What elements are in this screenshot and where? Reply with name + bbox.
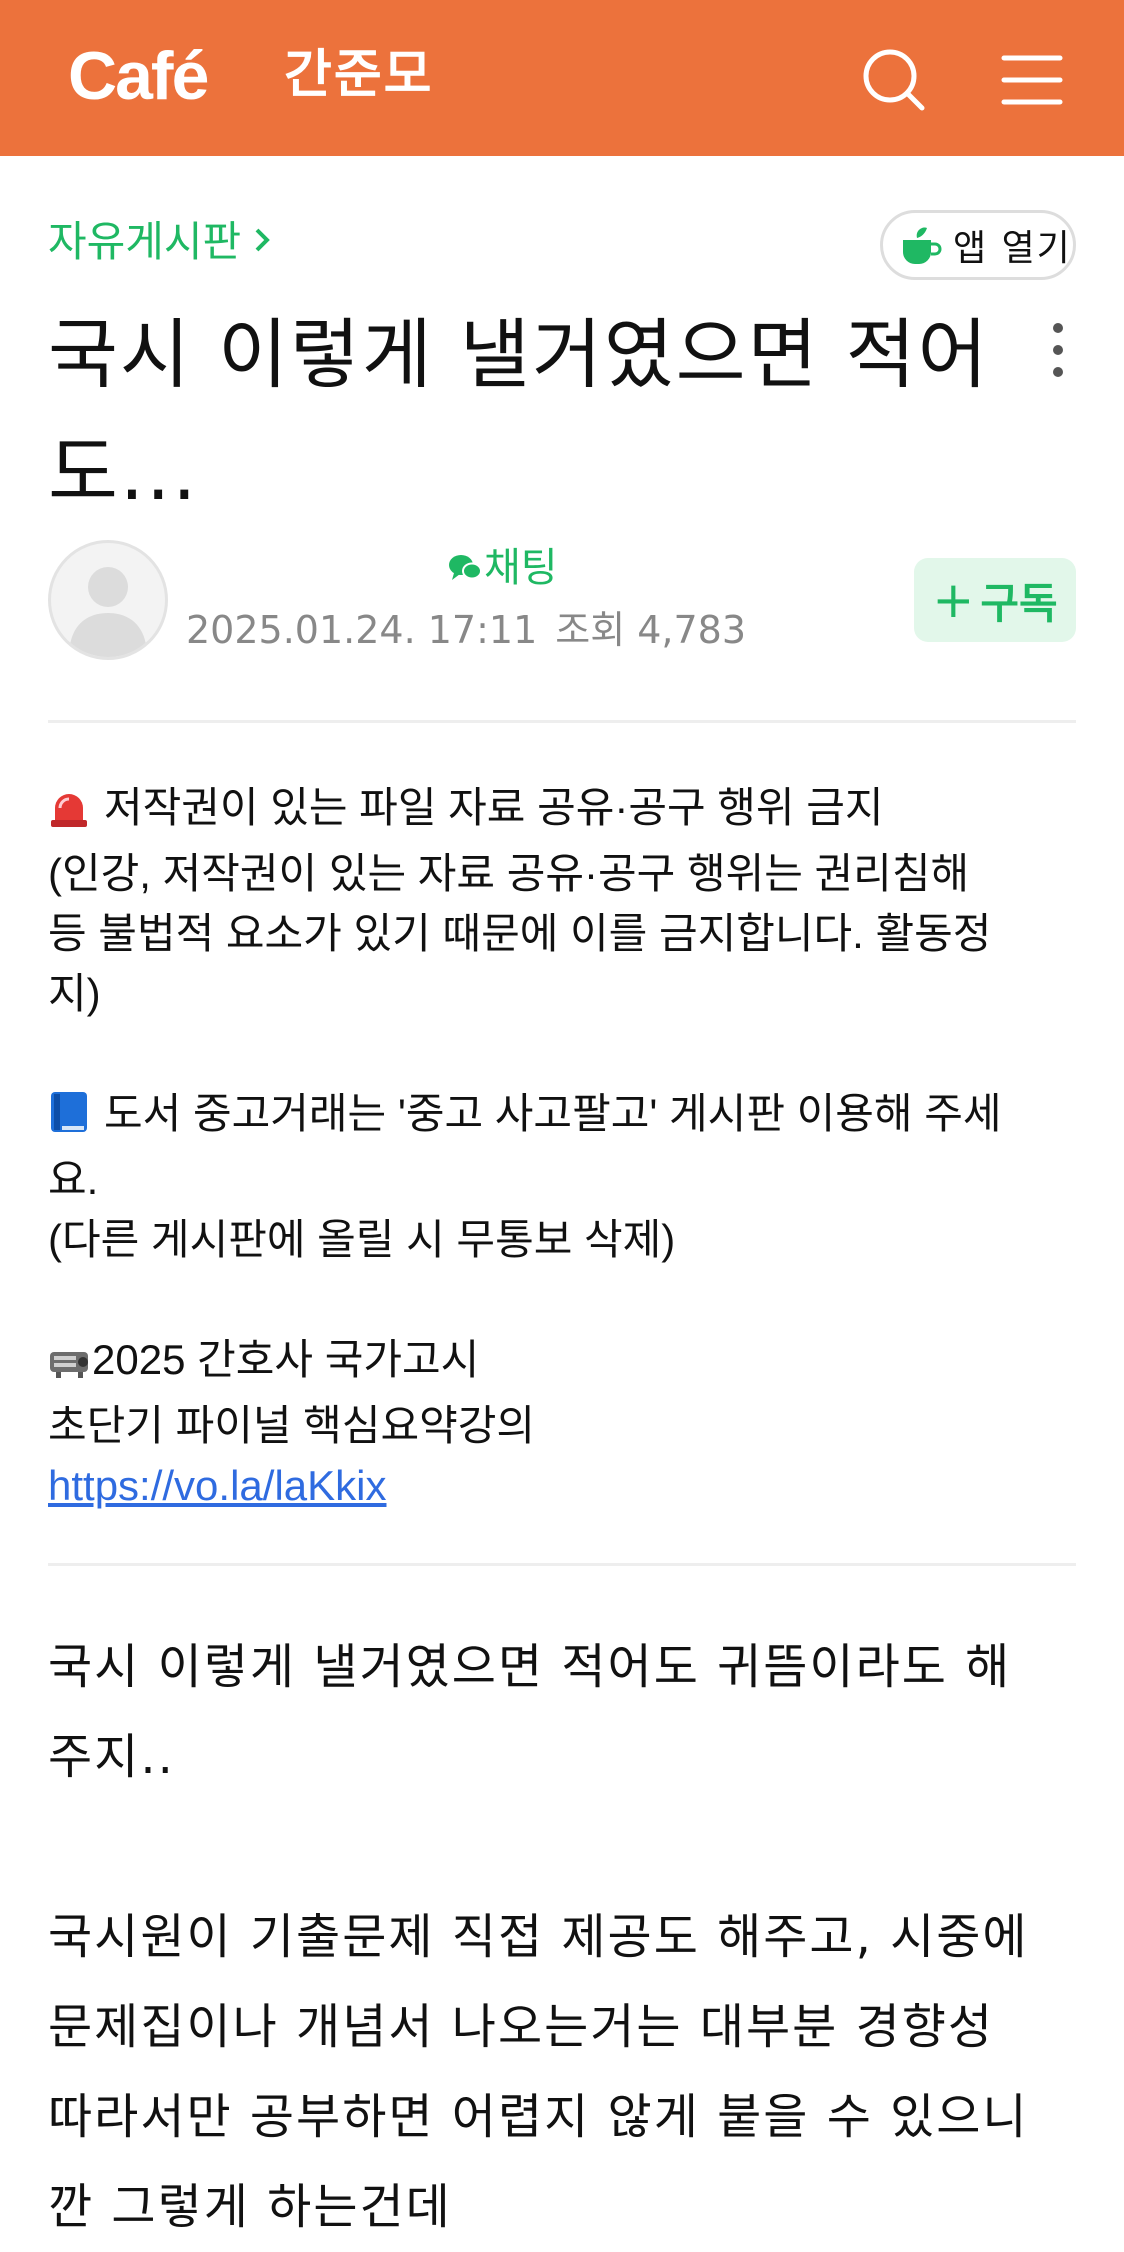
- notice-text: 도서 중고거래는 '중고 사고팔고' 게시판 이용해 주세: [104, 1090, 1002, 1137]
- post-date: 2025.01.24. 17:11: [186, 608, 538, 652]
- notice-line: 초단기 파이널 핵심요약강의: [48, 1402, 536, 1449]
- default-avatar-icon[interactable]: [48, 540, 168, 660]
- app-header: Café 간준모: [0, 0, 1124, 156]
- open-app-button[interactable]: 앱 열기: [880, 210, 1076, 280]
- notice-line: 요.: [48, 1156, 99, 1203]
- notice-line: 도서 중고거래는 '중고 사고팔고' 게시판 이용해 주세: [48, 1084, 1078, 1150]
- body-line: 국시원이 기출문제 직접 제공도 해주고, 시중에: [48, 1909, 1029, 1965]
- search-icon[interactable]: [858, 44, 930, 116]
- notice-line: 등 불법적 요소가 있기 때문에 이를 금지합니다. 활동정: [48, 910, 992, 957]
- subscribe-button[interactable]: + 구독: [914, 558, 1076, 642]
- post-title-line: 도...: [48, 428, 199, 517]
- notice-line: 지): [48, 970, 101, 1017]
- divider: [48, 720, 1076, 723]
- chevron-right-icon: [253, 210, 271, 270]
- rotating-light-icon: [48, 784, 90, 844]
- notice-line: https://vo.la/laKkix: [48, 1456, 1078, 1516]
- coffee-cup-icon: [903, 227, 942, 264]
- notice-line: (인강, 저작권이 있는 자료 공유·공구 행위는 권리침해: [48, 850, 970, 897]
- subscribe-label: 구독: [980, 578, 1058, 628]
- board-name: 자유게시판: [48, 217, 242, 266]
- post-body: 국시 이렇게 낼거였으면 적어도 귀뜸이라도 해 주지.. 국시원이 기출문제 …: [48, 1622, 1088, 2252]
- body-line: 문제집이나 개념서 나오는거는 대부분 경향성: [48, 1999, 995, 2055]
- divider: [48, 1563, 1076, 1566]
- projector-icon: [48, 1336, 92, 1396]
- notice-line: 2025 간호사 국가고시: [48, 1330, 1078, 1396]
- post-title-line: 국시 이렇게 낼거였으면 적어: [48, 310, 990, 399]
- cafe-logo[interactable]: Café: [68, 36, 209, 116]
- notice-text: 저작권이 있는 파일 자료 공유·공구 행위 금지: [104, 784, 884, 831]
- post-title: 국시 이렇게 낼거였으면 적어 도...: [48, 296, 1008, 532]
- more-vertical-icon[interactable]: [1044, 318, 1072, 382]
- lecture-link[interactable]: https://vo.la/laKkix: [48, 1462, 386, 1509]
- chat-bubble-icon: [449, 555, 482, 580]
- hamburger-menu-icon[interactable]: [996, 44, 1068, 116]
- body-line: 주지..: [48, 1729, 175, 1785]
- view-count: 조회 4,783: [555, 608, 747, 652]
- body-line: 국시 이렇게 낼거였으면 적어도 귀뜸이라도 해: [48, 1639, 1012, 1695]
- board-breadcrumb[interactable]: 자유게시판: [48, 210, 271, 272]
- notice-line: 저작권이 있는 파일 자료 공유·공구 행위 금지: [48, 778, 1078, 844]
- chat-label: 채팅: [484, 545, 558, 591]
- post-meta: 2025.01.24. 17:11 조회 4,783: [186, 602, 746, 658]
- open-app-label: 앱 열기: [953, 228, 1072, 269]
- body-line: 깐 그렇게 하는건데: [48, 2179, 452, 2235]
- notice-line: (다른 게시판에 올릴 시 무통보 삭제): [48, 1216, 676, 1263]
- plus-icon: +: [932, 571, 975, 629]
- blue-book-icon: [48, 1090, 90, 1150]
- cafe-name[interactable]: 간준모: [284, 40, 434, 110]
- body-line: 따라서만 공부하면 어렵지 않게 붙을 수 있으니: [48, 2089, 1029, 2145]
- chat-button[interactable]: 채팅: [448, 540, 558, 596]
- notice-text: 2025 간호사 국가고시: [92, 1336, 480, 1383]
- notice-block: 저작권이 있는 파일 자료 공유·공구 행위 금지 (인강, 저작권이 있는 자…: [48, 778, 1078, 1516]
